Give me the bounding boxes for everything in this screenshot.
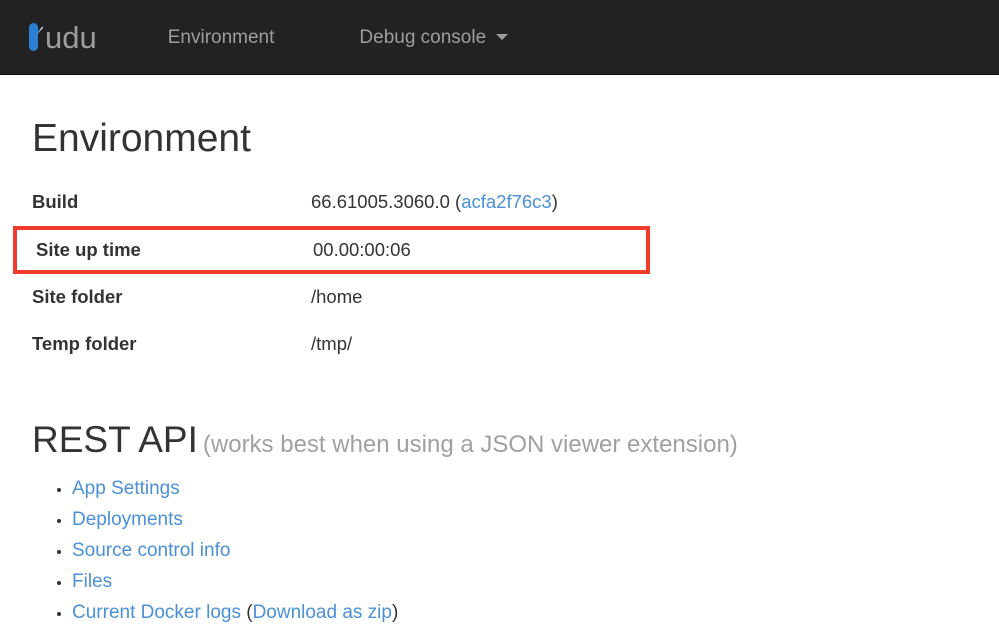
rest-link-current-docker-logs[interactable]: Current Docker logs (72, 602, 241, 623)
kudu-logo-icon (29, 23, 44, 51)
rest-link-app-settings[interactable]: App Settings (72, 478, 180, 499)
list-item: Current Docker logs (Download as zip) (72, 597, 969, 628)
page-container: Environment Build 66.61005.3060.0 (acfa2… (0, 117, 999, 628)
list-item: Files (72, 566, 969, 597)
brand-logo-link[interactable]: udu (29, 22, 97, 53)
rest-api-link-list: App Settings Deployments Source control … (30, 473, 969, 628)
table-row-build: Build 66.61005.3060.0 (acfa2f76c3) (30, 179, 969, 226)
chevron-down-icon (496, 34, 509, 40)
nav-item-debug-console[interactable]: Debug console (344, 28, 523, 47)
docker-logs-paren-close: ) (391, 601, 399, 623)
list-item: App Settings (72, 473, 969, 504)
build-paren-close: ) (551, 191, 558, 213)
row-label-site-up-time: Site up time (36, 238, 141, 260)
list-item: Source control info (72, 535, 969, 566)
table-row-site-folder: Site folder /home (30, 274, 969, 321)
rest-api-title: REST API (32, 418, 198, 460)
environment-table: Build 66.61005.3060.0 (acfa2f76c3) Site … (13, 179, 969, 368)
build-version-text: 66.61005.3060.0 ( (311, 191, 462, 213)
nav-links: Environment Debug console (153, 28, 523, 47)
rest-api-heading: REST API (works best when using a JSON vi… (32, 418, 969, 461)
rest-link-download-as-zip[interactable]: Download as zip (253, 602, 392, 623)
table-row-site-up-time: Site up time 00.00:00:06 (13, 225, 650, 274)
nav-item-environment[interactable]: Environment (153, 28, 290, 47)
table-row-temp-folder: Temp folder /tmp/ (30, 321, 969, 368)
build-commit-link[interactable]: acfa2f76c3 (461, 191, 552, 212)
top-navbar: udu Environment Debug console (0, 0, 999, 75)
row-value-temp-folder: /tmp/ (311, 333, 353, 355)
docker-logs-paren-open: ( (240, 601, 253, 623)
rest-link-source-control-info[interactable]: Source control info (72, 540, 230, 561)
row-label-temp-folder: Temp folder (32, 333, 137, 355)
page-title: Environment (32, 117, 251, 160)
nav-item-debug-console-label: Debug console (359, 26, 487, 48)
rest-api-subtitle: (works best when using a JSON viewer ext… (202, 430, 738, 458)
row-value-site-folder: /home (311, 286, 363, 308)
row-label-build: Build (32, 191, 79, 213)
nav-item-environment-label: Environment (167, 26, 275, 48)
row-value-build: 66.61005.3060.0 (acfa2f76c3) (311, 191, 558, 213)
rest-link-deployments[interactable]: Deployments (72, 509, 183, 530)
row-label-site-folder: Site folder (32, 286, 123, 308)
rest-link-files[interactable]: Files (72, 571, 112, 592)
brand-text: udu (45, 19, 97, 55)
row-value-site-up-time: 00.00:00:06 (313, 238, 411, 260)
list-item: Deployments (72, 504, 969, 535)
